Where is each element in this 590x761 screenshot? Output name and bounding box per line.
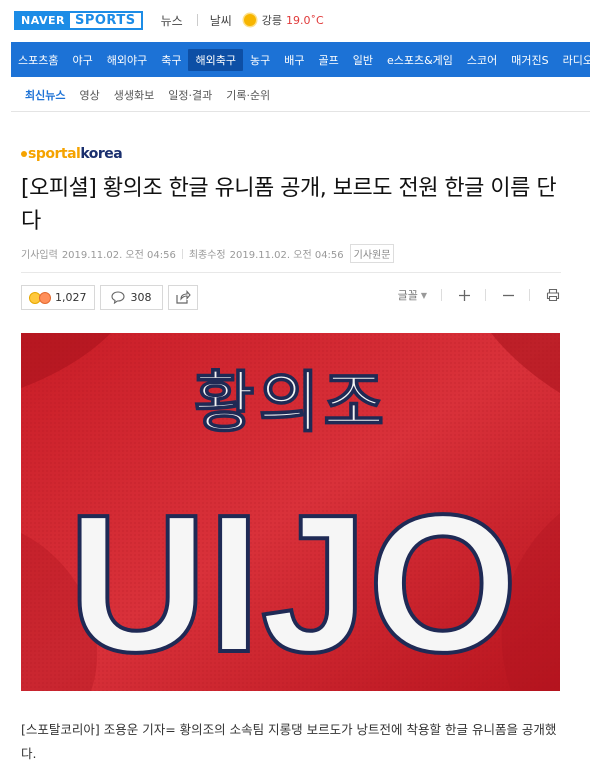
modified-date-label: 최종수정 — [188, 250, 226, 261]
plus-icon — [459, 289, 470, 301]
nav-item-sports-home[interactable]: 스포츠홈 — [11, 49, 65, 71]
main-nav: 스포츠홈 야구 해외야구 축구 해외축구 농구 배구 골프 일반 e스포츠&게임… — [11, 42, 590, 77]
nav-item-radio[interactable]: 라디오 — [556, 49, 590, 71]
article-actions: 1,027 308 — [21, 285, 203, 310]
nav-item-magazine[interactable]: 매거진S — [504, 49, 555, 71]
print-icon — [546, 288, 560, 302]
article-photo: 황의조 UIJO — [21, 333, 560, 691]
article-meta: 기사입력 2019.11.02. 오전 04:56 최종수정 2019.11.0… — [21, 244, 395, 263]
naver-sports-logo[interactable]: NAVER SPORTS — [14, 10, 143, 30]
subnav-item-photos[interactable]: 생생화보 — [114, 87, 154, 103]
weather-temperature: 19.0˚C — [286, 13, 324, 27]
subnav-item-latest-news[interactable]: 최신뉴스 — [25, 87, 65, 103]
header-divider — [21, 272, 561, 273]
font-button[interactable]: 글꼴 ▼ — [398, 287, 427, 303]
nav-item-basketball[interactable]: 농구 — [243, 49, 277, 71]
nav-item-volleyball[interactable]: 배구 — [277, 49, 311, 71]
top-link-weather[interactable]: 날씨 — [210, 12, 232, 29]
top-bar: NAVER SPORTS 뉴스 날씨 강릉 19.0˚C — [0, 0, 590, 40]
weather-city[interactable]: 강릉 — [262, 12, 282, 28]
subnav-item-video[interactable]: 영상 — [79, 87, 99, 103]
article-body: [스포탈코리아] 조용운 기자= 황의조의 소속팀 지롱댕 보르도가 낭트전에 … — [21, 722, 557, 761]
nav-item-football[interactable]: 축구 — [154, 49, 188, 71]
nav-item-general[interactable]: 일반 — [346, 49, 380, 71]
share-button[interactable] — [167, 285, 198, 310]
font-decrease-button[interactable] — [502, 289, 515, 302]
jersey-latin-name: UIJO — [68, 474, 518, 691]
nav-item-golf[interactable]: 골프 — [311, 49, 345, 71]
tools-divider — [485, 289, 486, 301]
article-title: [오피셜] 황의조 한글 유니폼 공개, 보르도 전원 한글 이름 단다 — [21, 176, 557, 234]
minus-icon — [503, 294, 514, 296]
tools-divider — [529, 289, 530, 301]
nav-item-baseball[interactable]: 야구 — [65, 49, 99, 71]
meta-divider — [181, 248, 183, 259]
caret-down-icon: ▼ — [420, 290, 427, 300]
nav-item-score[interactable]: 스코어 — [460, 49, 504, 71]
jersey-korean-name: 황의조 — [194, 364, 388, 441]
font-label: 글꼴 — [397, 289, 418, 302]
press-logo-korea: korea — [80, 146, 123, 162]
subnav-item-schedule[interactable]: 일정·결과 — [168, 87, 212, 103]
love-emoji-icon — [39, 291, 51, 304]
press-logo[interactable]: sportal korea — [21, 146, 123, 162]
top-divider — [196, 14, 198, 26]
nav-item-esports[interactable]: e스포츠&게임 — [380, 49, 460, 71]
top-link-news[interactable]: 뉴스 — [161, 12, 183, 29]
print-button[interactable] — [546, 288, 560, 302]
font-increase-button[interactable] — [458, 289, 471, 302]
subnav-item-records[interactable]: 기록·순위 — [226, 87, 270, 103]
sun-icon — [243, 14, 256, 26]
input-date: 2019.11.02. 오전 04:56 — [61, 250, 176, 261]
nav-item-overseas-football[interactable]: 해외축구 — [188, 48, 243, 71]
comment-count: 308 — [130, 291, 152, 304]
original-article-button[interactable]: 기사원문 — [349, 244, 395, 263]
press-logo-sportal: sportal — [28, 146, 81, 162]
reaction-button[interactable]: 1,027 — [21, 285, 95, 310]
comment-icon — [110, 291, 125, 304]
jersey-image: 황의조 UIJO — [21, 333, 560, 691]
reaction-count: 1,027 — [55, 291, 87, 304]
sub-nav: 최신뉴스 영상 생생화보 일정·결과 기록·순위 — [11, 78, 590, 112]
press-logo-dot — [21, 151, 27, 157]
nav-item-overseas-baseball[interactable]: 해외야구 — [100, 49, 154, 71]
comment-button[interactable]: 308 — [99, 285, 163, 310]
article-tools: 글꼴 ▼ — [382, 287, 560, 303]
logo-sports-text: SPORTS — [69, 12, 141, 28]
share-icon — [175, 290, 191, 304]
input-date-label: 기사입력 — [21, 250, 58, 261]
logo-naver-text: NAVER — [16, 12, 70, 28]
modified-date: 2019.11.02. 오전 04:56 — [229, 250, 344, 261]
tools-divider — [441, 289, 442, 301]
